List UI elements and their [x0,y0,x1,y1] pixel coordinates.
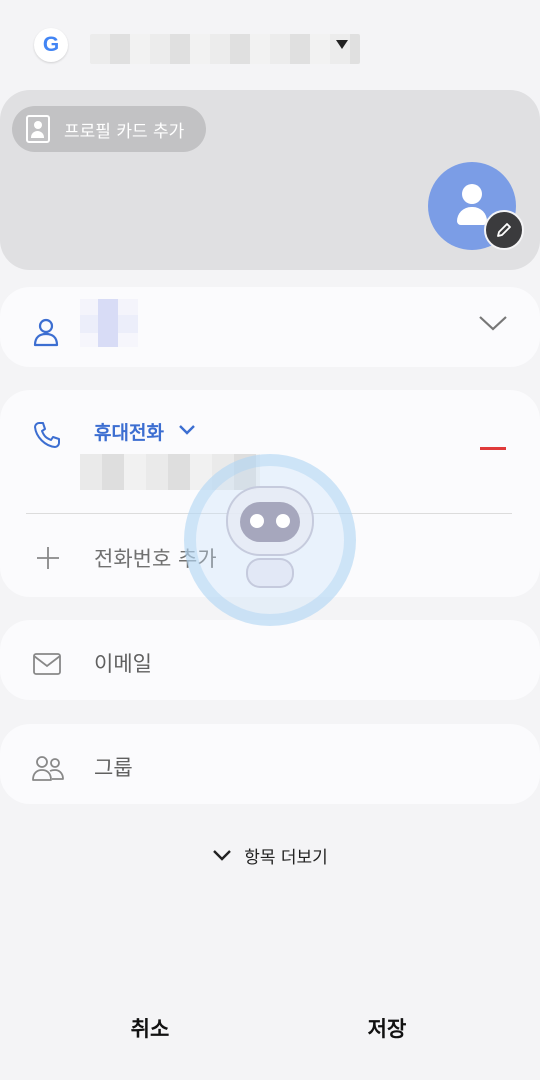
save-button[interactable]: 저장 [287,1004,487,1052]
cancel-button[interactable]: 취소 [50,1004,250,1052]
robot-watermark [184,454,356,626]
google-logo-icon: G [34,28,68,62]
name-field-card[interactable] [0,287,540,367]
minus-icon[interactable] [480,447,506,450]
add-profile-card-label: 프로필 카드 추가 [64,121,185,142]
profile-header: 프로필 카드 추가 [0,90,540,270]
chevron-down-icon [213,850,232,861]
plus-icon[interactable] [36,546,60,570]
more-fields-button[interactable]: 항목 더보기 [0,840,540,870]
person-outline-icon [33,318,59,347]
account-name-redacted [90,34,360,64]
phone-icon [34,422,60,448]
edit-photo-button[interactable] [484,210,524,250]
phone-type-selector[interactable]: 휴대전화 [94,418,164,445]
group-icon [32,756,64,781]
chevron-down-icon[interactable] [178,424,196,436]
person-icon [462,184,482,204]
name-value-redacted[interactable] [80,299,138,347]
contact-card-icon [26,115,50,143]
add-profile-card-button[interactable]: 프로필 카드 추가 [12,106,207,152]
pencil-icon [497,223,511,237]
mail-icon [33,653,61,675]
email-field-card[interactable]: 이메일 [0,620,540,700]
dropdown-caret-icon[interactable] [336,40,348,49]
bottom-action-bar: 취소 저장 [0,1004,540,1052]
group-field[interactable]: 그룹 [94,752,133,782]
group-field-card[interactable]: 그룹 [0,724,540,804]
email-field[interactable]: 이메일 [94,648,152,678]
chevron-down-icon[interactable] [478,313,508,333]
more-fields-label: 항목 더보기 [244,847,328,868]
account-selector[interactable]: G [34,28,364,64]
